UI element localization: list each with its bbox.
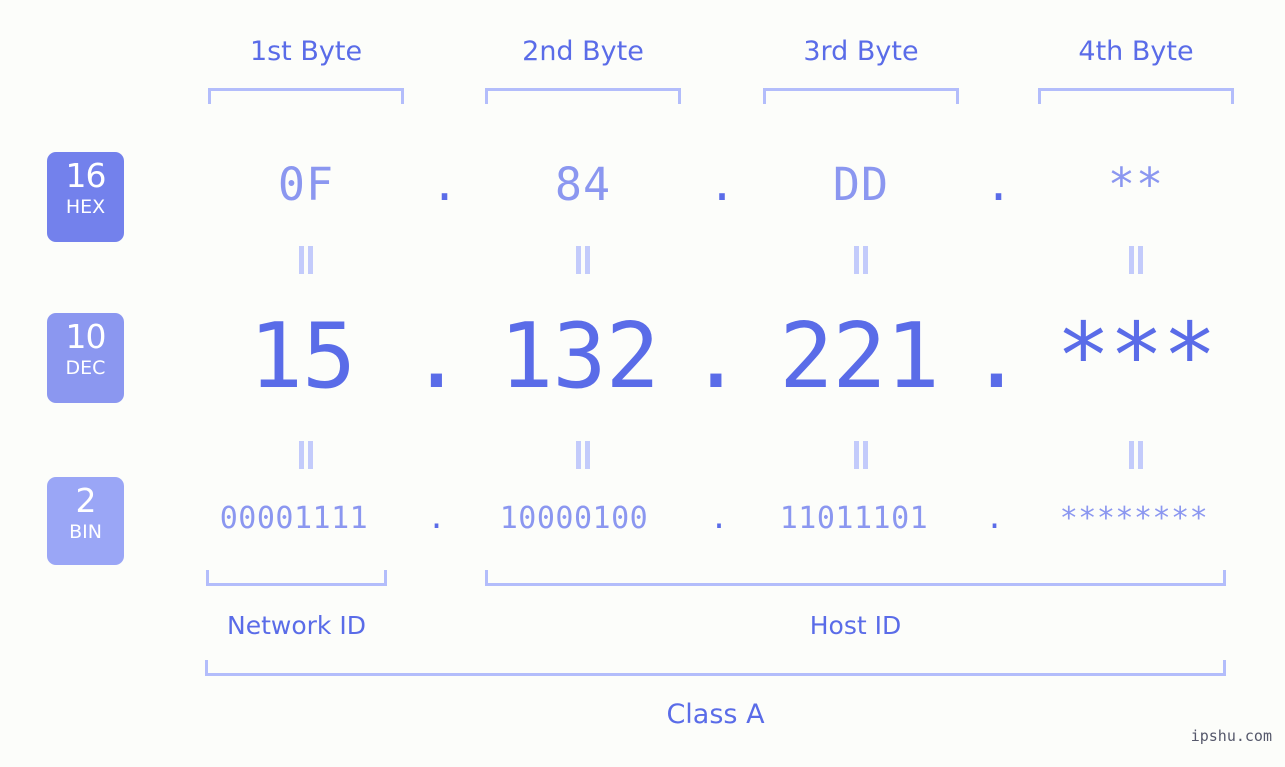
dec-byte-value-3: 221 xyxy=(779,304,940,409)
equals-mark-dec-bin-4 xyxy=(1123,441,1149,469)
dec-separator-3: . xyxy=(969,304,1024,409)
equals-mark-hex-dec-4 xyxy=(1123,246,1149,274)
base-badge-hex-name: HEX xyxy=(65,196,106,218)
host-id-bracket xyxy=(485,570,1226,586)
dec-byte-value-2: 132 xyxy=(499,304,660,409)
equals-mark-dec-bin-2 xyxy=(570,441,596,469)
hex-separator-3: . xyxy=(984,158,1013,211)
bin-byte-value-4: ******** xyxy=(1059,501,1209,536)
ip-address-diagram: 1st Byte 2nd Byte 3rd Byte 4th Byte 16 H… xyxy=(0,0,1285,767)
byte-header-label-2: 2nd Byte xyxy=(522,36,644,67)
hex-separator-1: . xyxy=(430,158,459,211)
base-badge-hex-number: 16 xyxy=(65,156,107,195)
base-badge-bin: 2 BIN xyxy=(47,477,124,565)
byte-header-label-4: 4th Byte xyxy=(1078,36,1194,67)
dec-separator-2: . xyxy=(688,304,744,409)
watermark: ipshu.com xyxy=(1190,727,1272,745)
byte-bracket-2 xyxy=(485,88,681,104)
equals-mark-dec-bin-1 xyxy=(293,441,319,469)
byte-header-label-3: 3rd Byte xyxy=(803,36,919,67)
byte-bracket-1 xyxy=(208,88,404,104)
byte-bracket-3 xyxy=(763,88,959,104)
hex-byte-value-1: 0F xyxy=(277,158,335,211)
byte-bracket-4 xyxy=(1038,88,1234,104)
hex-separator-2: . xyxy=(708,158,736,211)
byte-header-label-1: 1st Byte xyxy=(249,36,363,67)
base-badge-dec: 10 DEC xyxy=(47,313,124,403)
class-label: Class A xyxy=(666,699,765,730)
network-id-bracket xyxy=(206,570,387,586)
host-id-label: Host ID xyxy=(809,611,902,640)
network-id-label: Network ID xyxy=(227,611,366,640)
bin-byte-value-1: 00001111 xyxy=(219,501,369,536)
hex-byte-value-2: 84 xyxy=(554,158,612,211)
equals-mark-hex-dec-2 xyxy=(570,246,596,274)
base-badge-dec-number: 10 xyxy=(65,317,107,356)
base-badge-bin-number: 2 xyxy=(75,481,97,520)
dec-byte-value-1: 15 xyxy=(248,304,356,409)
bin-separator-1: . xyxy=(427,501,446,536)
equals-mark-hex-dec-1 xyxy=(293,246,319,274)
dec-separator-1: . xyxy=(409,304,464,409)
bin-byte-value-3: 11011101 xyxy=(779,501,929,536)
equals-mark-dec-bin-3 xyxy=(848,441,874,469)
hex-byte-value-4: ** xyxy=(1107,158,1165,211)
dec-byte-value-4: *** xyxy=(1056,304,1217,409)
bin-byte-value-2: 10000100 xyxy=(499,501,649,536)
base-badge-bin-name: BIN xyxy=(69,521,102,543)
class-bracket xyxy=(205,660,1226,676)
base-badge-hex: 16 HEX xyxy=(47,152,124,242)
base-badge-dec-name: DEC xyxy=(65,357,106,379)
hex-byte-value-3: DD xyxy=(832,158,890,211)
equals-mark-hex-dec-3 xyxy=(848,246,874,274)
bin-separator-2: . xyxy=(709,501,729,536)
bin-separator-3: . xyxy=(985,501,1004,536)
